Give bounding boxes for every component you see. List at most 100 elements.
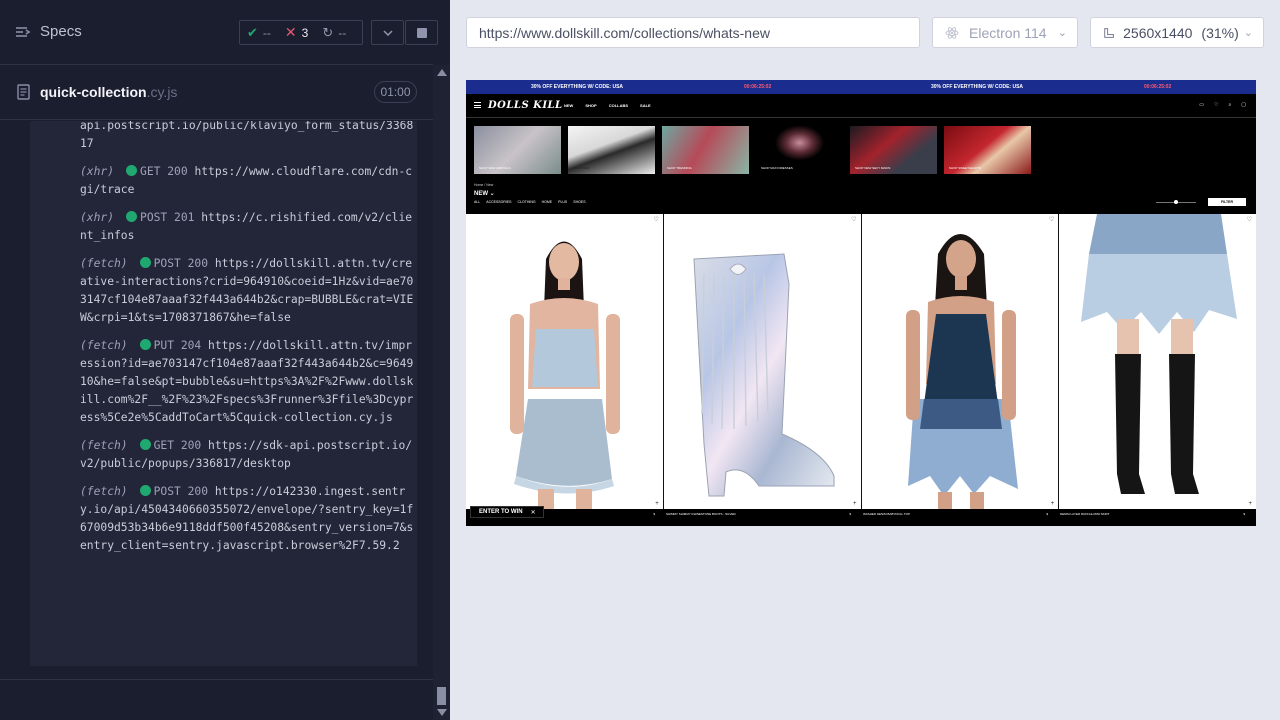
log-entry[interactable]: (fetch) GET 200 https://sdk-api.postscrip… [80, 437, 414, 473]
category-tab[interactable]: SHOES [573, 200, 585, 204]
network-log: api.postscript.io/public/klaviyo_form_st… [30, 121, 417, 666]
specs-toggle-button[interactable]: Specs [16, 23, 82, 40]
product-image [861, 214, 1059, 509]
wishlist-icon[interactable]: ♡ [851, 216, 856, 223]
product-info[interactable]: DENIM LAYER RUFFLE MINI SKIRT $ [1060, 512, 1245, 520]
breadcrumb[interactable]: Home / New [474, 183, 493, 187]
product-card[interactable]: ♡ + [663, 214, 861, 509]
scrollbar-thumb[interactable] [437, 687, 446, 705]
check-icon: ✔ [247, 24, 258, 40]
url-input[interactable]: https://www.dollskill.com/collections/wh… [466, 17, 920, 48]
scroll-down-icon[interactable] [437, 709, 447, 716]
request-method: GET 200 [140, 165, 188, 178]
quick-add-icon[interactable]: + [1051, 501, 1055, 507]
product-image [466, 214, 663, 509]
wishlist-icon[interactable]: ♡ [1247, 216, 1252, 223]
collection-thumb[interactable]: SHOP NEW [568, 126, 655, 174]
menu-icon[interactable] [474, 102, 481, 108]
chevron-down-icon: ⌄ [1243, 27, 1253, 39]
log-entry[interactable]: (fetch) POST 200 https://o142330.ingest.s… [80, 483, 414, 555]
log-entry[interactable]: (fetch) POST 200 https://dollskill.attn.t… [80, 255, 414, 327]
spec-duration: 01:00 [374, 81, 417, 103]
stop-icon [416, 27, 427, 38]
slider-knob[interactable] [1174, 200, 1178, 204]
electron-icon [945, 26, 959, 39]
filter-button[interactable]: FILTER [1208, 198, 1246, 206]
document-icon [17, 84, 30, 100]
site-logo[interactable]: DOLLS KILL [488, 100, 563, 111]
product-info[interactable]: WASHED DENIM BABYDOLL TOP $ [863, 512, 1048, 520]
category-tab[interactable]: ACCESSORIES [486, 200, 511, 204]
heart-icon[interactable]: ♡ [1214, 102, 1218, 108]
flag-icon[interactable]: ▭ [1199, 102, 1204, 108]
app-under-test-frame[interactable]: 30% OFF EVERYTHING W/ CODE: USA 00:06:25… [466, 80, 1256, 526]
ruler-icon [1104, 27, 1114, 38]
nav-item[interactable]: COLLABS [609, 103, 628, 108]
site-navbar: DOLLS KILL NEW SHOP COLLABS SALE ▭ ♡ ⌕ ▢ [466, 94, 1256, 118]
enter-to-win-button[interactable]: ENTER TO WIN ✕ [470, 506, 544, 518]
viewport-zoom: (31%) [1201, 24, 1239, 41]
spec-header[interactable]: quick-collection.cy.js 01:00 [0, 66, 433, 120]
reporter-header: Specs ✔ -- ✕ 3 ↻ -- [0, 0, 438, 65]
x-icon: ✕ [284, 24, 297, 40]
status-dot-icon [139, 485, 151, 496]
quick-add-icon[interactable]: + [1248, 501, 1252, 507]
nav-item[interactable]: NEW [564, 103, 573, 108]
nav-item[interactable]: SHOP [585, 103, 596, 108]
chevron-down-icon [382, 29, 393, 36]
divider [0, 679, 433, 680]
wishlist-icon[interactable]: ♡ [1049, 216, 1054, 223]
product-card[interactable]: ♡ + [861, 214, 1059, 509]
log-entry-type: (fetch) [80, 339, 128, 352]
wishlist-icon[interactable]: ♡ [653, 216, 658, 223]
collection-thumb[interactable]: SHOP MAXI DRESSES [756, 126, 843, 174]
status-dot-icon [126, 211, 138, 222]
chevron-down-icon: ⌄ [1057, 27, 1067, 39]
nav-item[interactable]: SALE [640, 103, 651, 108]
request-url: api.postscript.io/public/klaviyo_form_st… [80, 121, 414, 150]
category-tabs: ALL ACCESSORIES CLOTHING HOME PLUS SHOES [474, 200, 586, 204]
command-log-panel: Specs ✔ -- ✕ 3 ↻ -- quick-collection.cy.js … [0, 0, 450, 720]
category-tab[interactable]: HOME [542, 200, 553, 204]
close-icon[interactable]: ✕ [531, 509, 536, 516]
search-icon[interactable]: ⌕ [1228, 102, 1231, 108]
spec-file-name: quick-collection.cy.js [40, 84, 178, 100]
browser-select[interactable]: Electron 114 ⌄ [932, 17, 1078, 48]
log-entry[interactable]: api.postscript.io/public/klaviyo_form_st… [80, 121, 414, 153]
site-nav: NEW SHOP COLLABS SALE [564, 103, 651, 108]
cart-icon[interactable]: ▢ [1241, 102, 1246, 108]
stop-button[interactable] [405, 20, 438, 45]
category-tab[interactable]: PLUS [558, 200, 567, 204]
quick-add-icon[interactable]: + [655, 501, 659, 507]
log-entry[interactable]: (fetch) PUT 204 https://dollskill.attn.tv… [80, 337, 414, 427]
product-info-strip: $ SHIMMY SHIMMY RHINESTONE BOOTS - SILVE… [466, 509, 1256, 526]
product-info[interactable]: SHIMMY SHIMMY RHINESTONE BOOTS - SILVER $ [666, 512, 851, 520]
test-stats: ✔ -- ✕ 3 ↻ -- [239, 20, 363, 45]
request-url: https://o142330.ingest.sentry.io/api/450… [80, 485, 414, 552]
request-method: POST 200 [153, 257, 209, 270]
site-nav-icons: ▭ ♡ ⌕ ▢ [1199, 102, 1246, 108]
promo-banner[interactable]: 30% OFF EVERYTHING W/ CODE: USA 00:06:25… [466, 80, 1256, 94]
log-entry[interactable]: (xhr) POST 201 https://c.rishified.com/v2… [80, 209, 414, 245]
collapse-button[interactable] [371, 20, 404, 45]
collection-thumb[interactable]: SHOP TRENDING [662, 126, 749, 174]
pending-stat: ↻ -- [322, 24, 347, 40]
scroll-up-icon[interactable] [437, 69, 447, 76]
category-tab[interactable]: ALL [474, 200, 480, 204]
failed-stat: ✕ 3 [284, 24, 309, 40]
viewport-select[interactable]: 2560x1440 (31%) ⌄ [1090, 17, 1264, 48]
category-tab[interactable]: CLOTHING [518, 200, 536, 204]
product-card[interactable]: ♡ + [1059, 214, 1256, 509]
passed-stat: ✔ -- [247, 24, 271, 40]
log-entries: api.postscript.io/public/klaviyo_form_st… [80, 121, 414, 565]
quick-add-icon[interactable]: + [853, 501, 857, 507]
product-card[interactable]: ♡ + [466, 214, 663, 509]
request-method: GET 200 [153, 439, 202, 452]
status-dot-icon [139, 439, 151, 450]
log-scrollbar[interactable] [433, 65, 450, 720]
collection-thumb[interactable]: SHOP SWEETHEARTS [944, 126, 1031, 174]
collection-thumb[interactable]: SHOP NEW ARRIVALS [474, 126, 561, 174]
collection-thumb[interactable]: SHOP NEW SEXY MAIDS [850, 126, 937, 174]
log-entry[interactable]: (xhr) GET 200 https://www.cloudflare.com/… [80, 163, 414, 199]
request-method: POST 200 [153, 485, 209, 498]
